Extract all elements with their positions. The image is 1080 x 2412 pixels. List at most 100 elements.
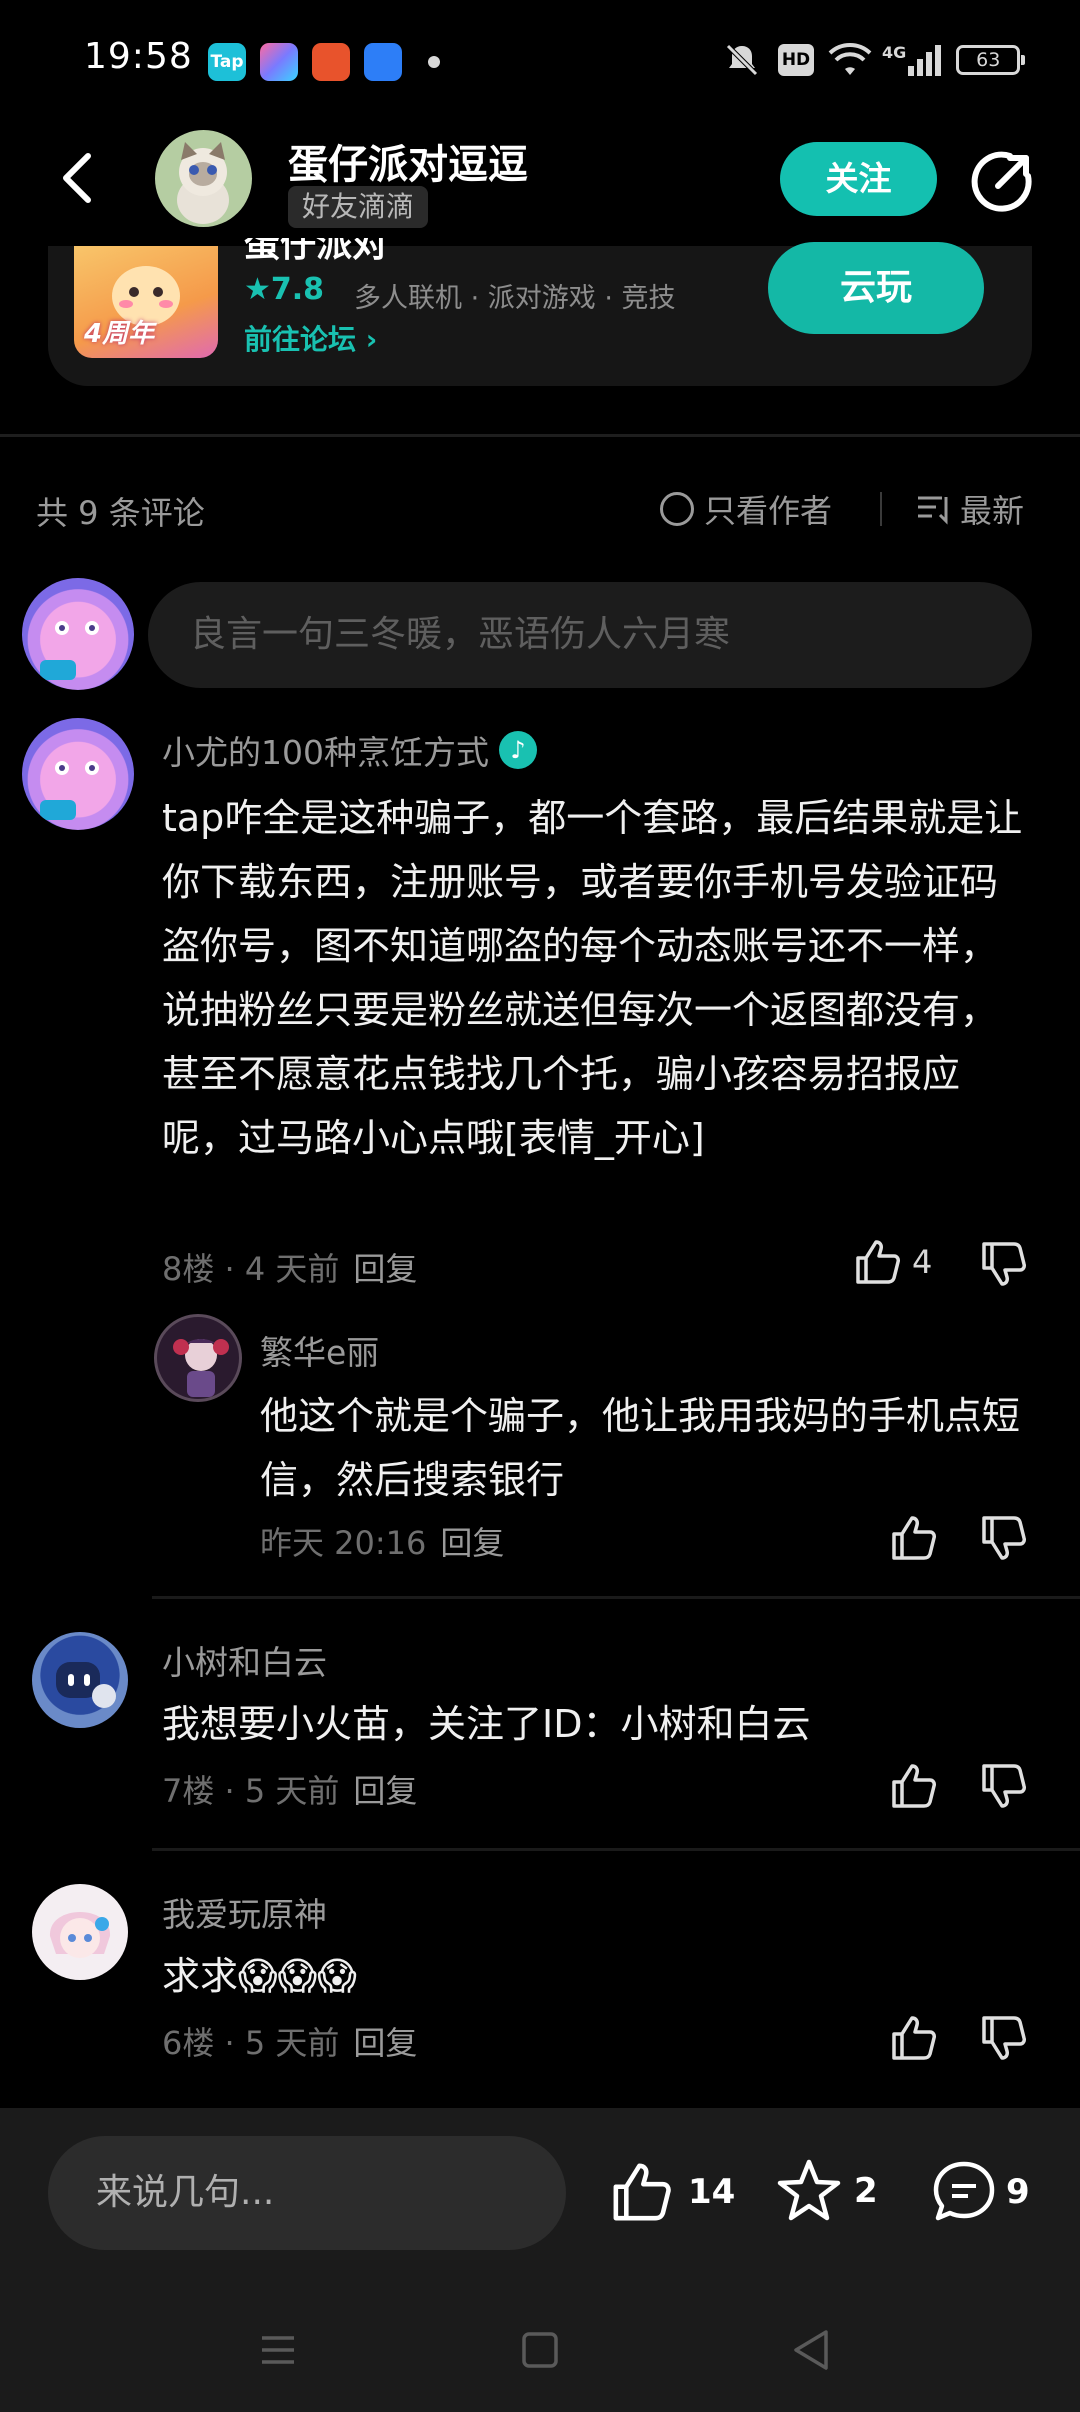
taptap-mascot-icon: [40, 621, 99, 680]
reply-button[interactable]: 回复: [353, 2024, 417, 2062]
game-app-icon: [312, 43, 350, 81]
reply-avatar[interactable]: [154, 1314, 242, 1402]
bottom-comment-input[interactable]: 来说几句...: [48, 2136, 566, 2250]
back-nav-button[interactable]: [780, 2318, 844, 2382]
comment-user-name[interactable]: 我爱玩原神: [162, 1888, 327, 1936]
anime-avatar-icon: [173, 1339, 229, 1397]
music-note-icon: ♪: [499, 731, 537, 769]
browser-app-icon: [364, 43, 402, 81]
favorite-button[interactable]: 2: [774, 2156, 878, 2226]
notification-dot: [428, 56, 440, 68]
dislike-button[interactable]: [978, 1760, 1030, 1816]
thumbs-up-icon: [892, 2016, 936, 2060]
reply-user-name[interactable]: 繁华e丽: [260, 1326, 379, 1374]
follow-button[interactable]: 关注: [780, 142, 937, 216]
comment-text: tap咋全是这种骗子，都一个套路，最后结果就是让你下载东西，注册账号，或者要你手…: [162, 796, 1023, 1160]
anime-girl-avatar-icon: [49, 1912, 111, 1958]
thumbs-up-icon: [613, 2163, 671, 2221]
thumbs-up-icon: [892, 1516, 936, 1560]
like-button[interactable]: [888, 2012, 940, 2068]
my-avatar[interactable]: [22, 578, 134, 690]
share-button[interactable]: [970, 150, 1034, 214]
thumbs-down-icon: [982, 1764, 1026, 1808]
menu-nav-button[interactable]: [246, 2318, 310, 2382]
hd-icon: HD: [778, 44, 814, 76]
battery-level: 63: [976, 49, 1001, 71]
comment-divider: [152, 1596, 1080, 1599]
comment-text: 求求😱😱😱: [162, 1954, 357, 1998]
game-icon[interactable]: 4周年: [74, 246, 218, 358]
author-only-label: 只看作者: [704, 492, 833, 530]
robot-avatar-icon: [56, 1662, 116, 1708]
status-icons: HD 4G 63: [722, 40, 1026, 80]
game-name[interactable]: 蛋仔派对: [244, 238, 388, 262]
reply-time: 昨天 20:16: [260, 1524, 427, 1562]
comment-divider: [152, 1848, 1080, 1851]
comment-user-name[interactable]: 小尤的100种烹饪方式 ♪: [162, 726, 537, 774]
commenter-avatar[interactable]: [32, 1632, 128, 1728]
reply-button[interactable]: 回复: [353, 1250, 417, 1288]
like-count: 4: [912, 1243, 933, 1281]
gallery-app-icon: [260, 43, 298, 81]
game-rating: ★7.8: [244, 272, 325, 307]
sort-button[interactable]: 最新: [916, 486, 1024, 532]
radio-icon: [660, 492, 694, 526]
dislike-button[interactable]: [978, 2012, 1030, 2068]
forum-link[interactable]: 前往论坛 ›: [244, 318, 377, 358]
dislike-button[interactable]: [978, 1238, 1030, 1294]
comment-floor-time: 8楼 · 4 天前: [162, 1250, 340, 1288]
author-avatar[interactable]: [155, 130, 252, 227]
author-only-toggle[interactable]: 只看作者: [660, 486, 832, 532]
taptap-mascot-icon: [40, 761, 99, 820]
thumbs-down-icon: [982, 1242, 1026, 1286]
commenter-avatar[interactable]: [32, 1884, 128, 1980]
dislike-button[interactable]: [978, 1512, 1030, 1568]
thumbs-down-icon: [982, 1516, 1026, 1560]
post-like-count: 14: [688, 2172, 736, 2212]
back-button[interactable]: [52, 146, 108, 210]
sort-icon: [918, 496, 948, 525]
battery-icon: 63: [956, 45, 1026, 75]
page-title: 蛋仔派对逗逗: [288, 142, 528, 188]
thumbs-up-icon: [892, 1764, 936, 1808]
taptap-app-icon: Tap: [208, 43, 246, 81]
comment-bubble-icon: [933, 2161, 995, 2221]
share-icon: [971, 151, 1032, 212]
comment-meta: 8楼 · 4 天前 回复: [162, 1244, 417, 1290]
wifi-icon: [828, 43, 872, 75]
like-button[interactable]: [888, 1512, 940, 1568]
comment-text: 我想要小火苗，关注了ID：小树和白云: [162, 1702, 811, 1746]
star-icon: [777, 2159, 841, 2221]
home-square-icon: [522, 2332, 558, 2368]
section-divider: [0, 434, 1080, 437]
status-time: 19:58: [84, 36, 193, 77]
author-tag: 好友滴滴: [288, 186, 429, 228]
like-button[interactable]: [888, 1760, 940, 1816]
comment-floor-time: 7楼 · 5 天前: [162, 1772, 340, 1810]
like-button[interactable]: 4: [852, 1236, 932, 1288]
cat-avatar-icon: [177, 142, 229, 224]
reply-meta: 昨天 20:16 回复: [260, 1518, 504, 1564]
comment-floor-time: 6楼 · 5 天前: [162, 2024, 340, 2062]
comment-user-name[interactable]: 小树和白云: [162, 1636, 327, 1684]
comment-input[interactable]: 良言一句三冬暖，恶语伤人六月寒: [148, 582, 1032, 688]
comment-count: 共 9 条评论: [36, 494, 205, 532]
anniversary-badge: 4周年: [84, 319, 155, 349]
comments-button[interactable]: 9: [930, 2158, 1030, 2226]
network-type: 4G: [882, 42, 907, 62]
reply-text: 他这个就是个骗子，他让我用我妈的手机点短信，然后搜索银行: [260, 1394, 1021, 1502]
thumbs-down-icon: [982, 2016, 1026, 2060]
reply-button[interactable]: 回复: [440, 1524, 504, 1562]
menu-icon: [262, 2336, 294, 2364]
signal-icon: [908, 45, 942, 76]
favorite-count: 2: [854, 2171, 878, 2211]
commenter-avatar[interactable]: [22, 718, 134, 830]
comment-count-bottom: 9: [1006, 2172, 1030, 2212]
comment-meta: 7楼 · 5 天前 回复: [162, 1766, 417, 1812]
cloud-play-button[interactable]: 云玩: [768, 242, 984, 334]
chevron-left-icon: [63, 153, 91, 203]
reply-button[interactable]: 回复: [353, 1772, 417, 1810]
back-triangle-icon: [794, 2330, 828, 2370]
home-nav-button[interactable]: [508, 2318, 572, 2382]
post-like-button[interactable]: 14: [608, 2158, 735, 2226]
